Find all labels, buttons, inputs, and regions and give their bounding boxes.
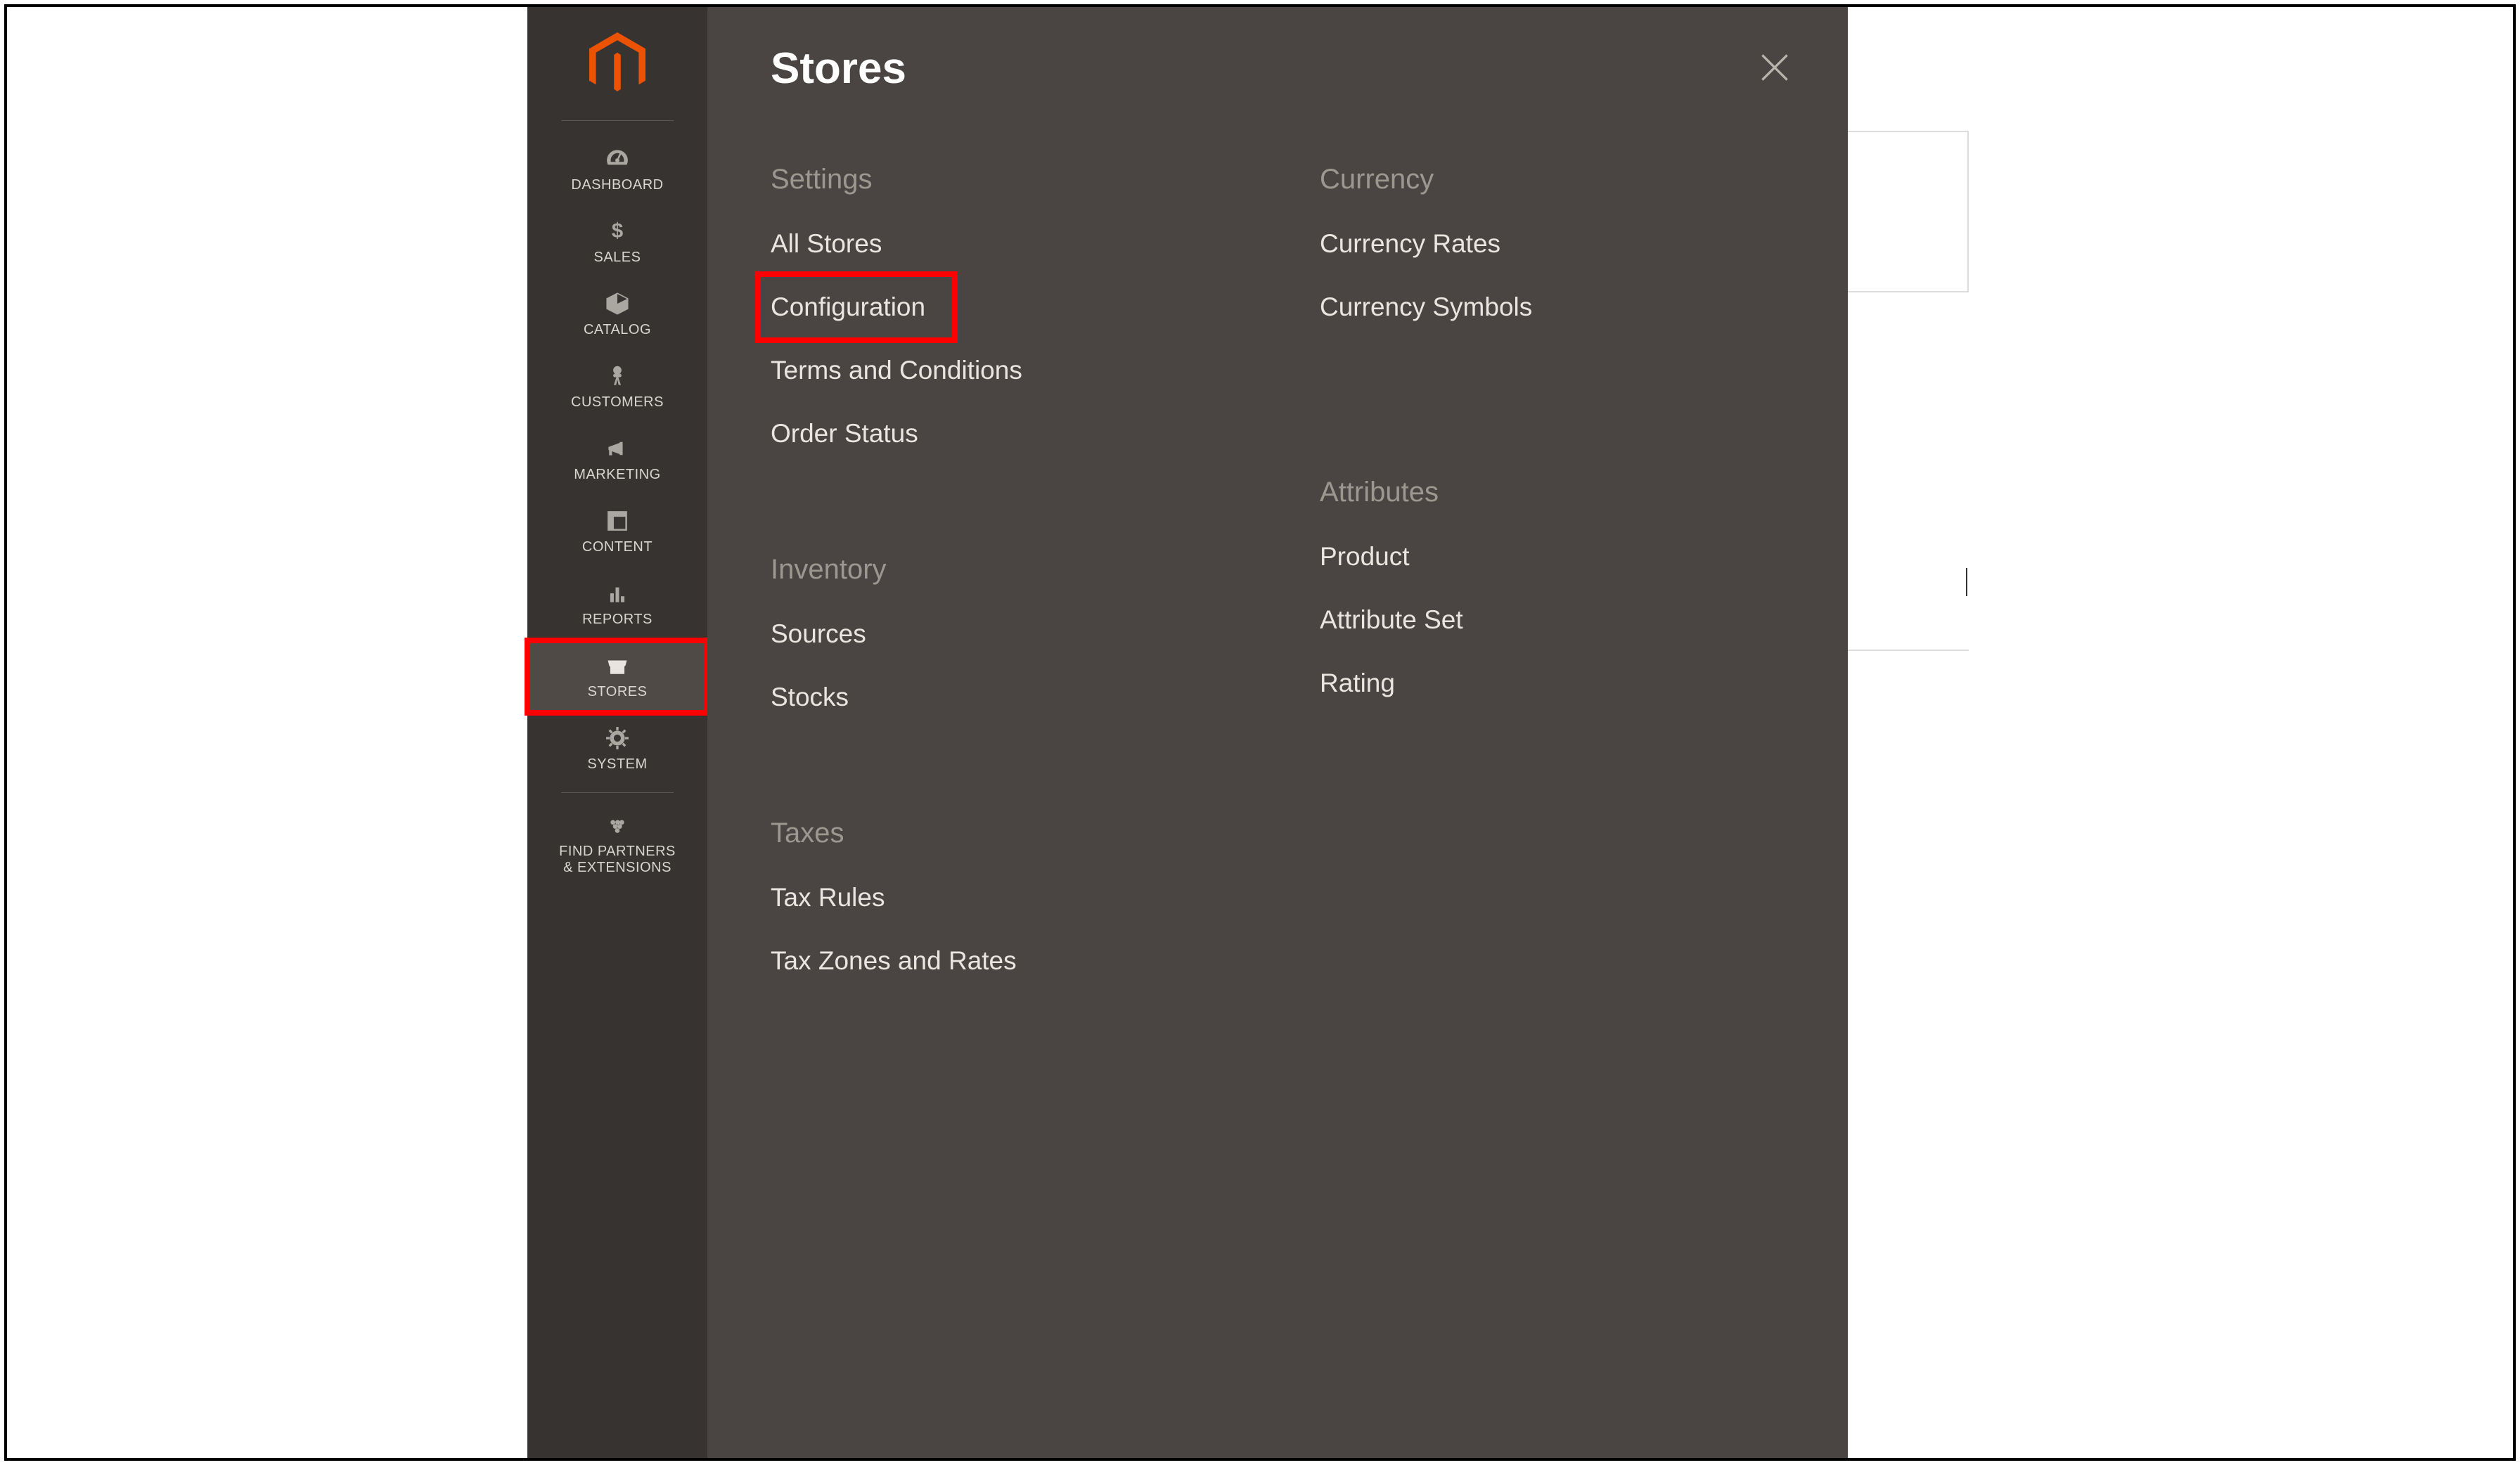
sidebar-item-system[interactable]: SYSTEM [527, 713, 707, 785]
flyout-section-settings: Settings All Stores Configuration Terms … [771, 164, 1235, 448]
flyout-column-left: Settings All Stores Configuration Terms … [771, 164, 1235, 1009]
sidebar-item-label: MARKETING [532, 467, 703, 483]
sidebar-item-label: STORES [532, 684, 703, 700]
gear-icon [532, 723, 703, 754]
sidebar-item-catalog[interactable]: CATALOG [527, 278, 707, 351]
section-heading: Taxes [771, 818, 1235, 849]
flyout-title: Stores [771, 44, 1785, 93]
admin-app: DASHBOARD $ SALES CATALOG CUSTOMERS [527, 7, 1848, 1458]
layout-icon [532, 505, 703, 536]
flyout-link-tax-rules[interactable]: Tax Rules [771, 883, 1235, 912]
flyout-link-stocks[interactable]: Stocks [771, 683, 1235, 712]
blocks-icon [532, 810, 703, 841]
section-heading: Settings [771, 164, 1235, 195]
sidebar-item-label: REPORTS [532, 612, 703, 628]
flyout-section-attributes: Attributes Product Attribute Set Rating [1320, 477, 1785, 698]
bg-divider [1966, 568, 1967, 596]
sidebar-item-label: FIND PARTNERS [532, 844, 703, 860]
sidebar-item-label: CUSTOMERS [532, 394, 703, 411]
sidebar-item-find-partners[interactable]: FIND PARTNERS & EXTENSIONS [527, 806, 707, 889]
sidebar-item-reports[interactable]: REPORTS [527, 568, 707, 640]
flyout-link-currency-symbols[interactable]: Currency Symbols [1320, 292, 1785, 322]
magento-logo[interactable] [527, 7, 707, 113]
flyout-link-configuration[interactable]: Configuration [755, 271, 958, 343]
box-icon [532, 288, 703, 319]
flyout-section-taxes: Taxes Tax Rules Tax Zones and Rates [771, 818, 1235, 976]
flyout-link-tax-zones[interactable]: Tax Zones and Rates [771, 946, 1235, 976]
sidebar-item-label: CATALOG [532, 322, 703, 338]
section-heading: Attributes [1320, 477, 1785, 508]
megaphone-icon [532, 433, 703, 464]
storefront-icon [532, 650, 703, 681]
svg-text:$: $ [612, 219, 623, 243]
sidebar-item-label: SALES [532, 250, 703, 266]
flyout-link-currency-rates[interactable]: Currency Rates [1320, 229, 1785, 259]
sidebar-item-label: DASHBOARD [532, 177, 703, 193]
section-heading: Inventory [771, 554, 1235, 586]
section-heading: Currency [1320, 164, 1785, 195]
flyout-section-inventory: Inventory Sources Stocks [771, 554, 1235, 712]
flyout-link-sources[interactable]: Sources [771, 619, 1235, 649]
sidebar-item-label-line2: & EXTENSIONS [532, 860, 703, 876]
sidebar-item-marketing[interactable]: MARKETING [527, 423, 707, 496]
magento-logo-icon [589, 32, 645, 97]
stores-flyout: Stores Settings All Stores Configuration… [707, 7, 1848, 1458]
flyout-link-product[interactable]: Product [1320, 542, 1785, 572]
flyout-link-all-stores[interactable]: All Stores [771, 229, 1235, 259]
sidebar-item-label: CONTENT [532, 539, 703, 555]
sidebar-item-stores[interactable]: STORES [527, 640, 707, 713]
gauge-icon [532, 143, 703, 174]
window-frame: DASHBOARD $ SALES CATALOG CUSTOMERS [4, 4, 2516, 1461]
flyout-link-rating[interactable]: Rating [1320, 669, 1785, 698]
sidebar-item-content[interactable]: CONTENT [527, 496, 707, 568]
flyout-link-order-status[interactable]: Order Status [771, 419, 1235, 448]
flyout-column-right: Currency Currency Rates Currency Symbols… [1320, 164, 1785, 1009]
close-icon [1759, 52, 1790, 83]
sidebar-item-sales[interactable]: $ SALES [527, 206, 707, 278]
sidebar-divider [561, 120, 674, 121]
sidebar-item-dashboard[interactable]: DASHBOARD [527, 134, 707, 206]
admin-sidebar: DASHBOARD $ SALES CATALOG CUSTOMERS [527, 7, 707, 1458]
flyout-section-currency: Currency Currency Rates Currency Symbols [1320, 164, 1785, 322]
flyout-link-terms-and-conditions[interactable]: Terms and Conditions [771, 356, 1235, 385]
person-icon [532, 361, 703, 392]
close-button[interactable] [1759, 52, 1790, 86]
bar-chart-icon [532, 578, 703, 609]
sidebar-item-customers[interactable]: CUSTOMERS [527, 351, 707, 423]
flyout-link-attribute-set[interactable]: Attribute Set [1320, 605, 1785, 635]
dollar-icon: $ [532, 216, 703, 247]
sidebar-item-label: SYSTEM [532, 756, 703, 773]
flyout-columns: Settings All Stores Configuration Terms … [771, 164, 1785, 1009]
sidebar-divider [561, 792, 674, 793]
